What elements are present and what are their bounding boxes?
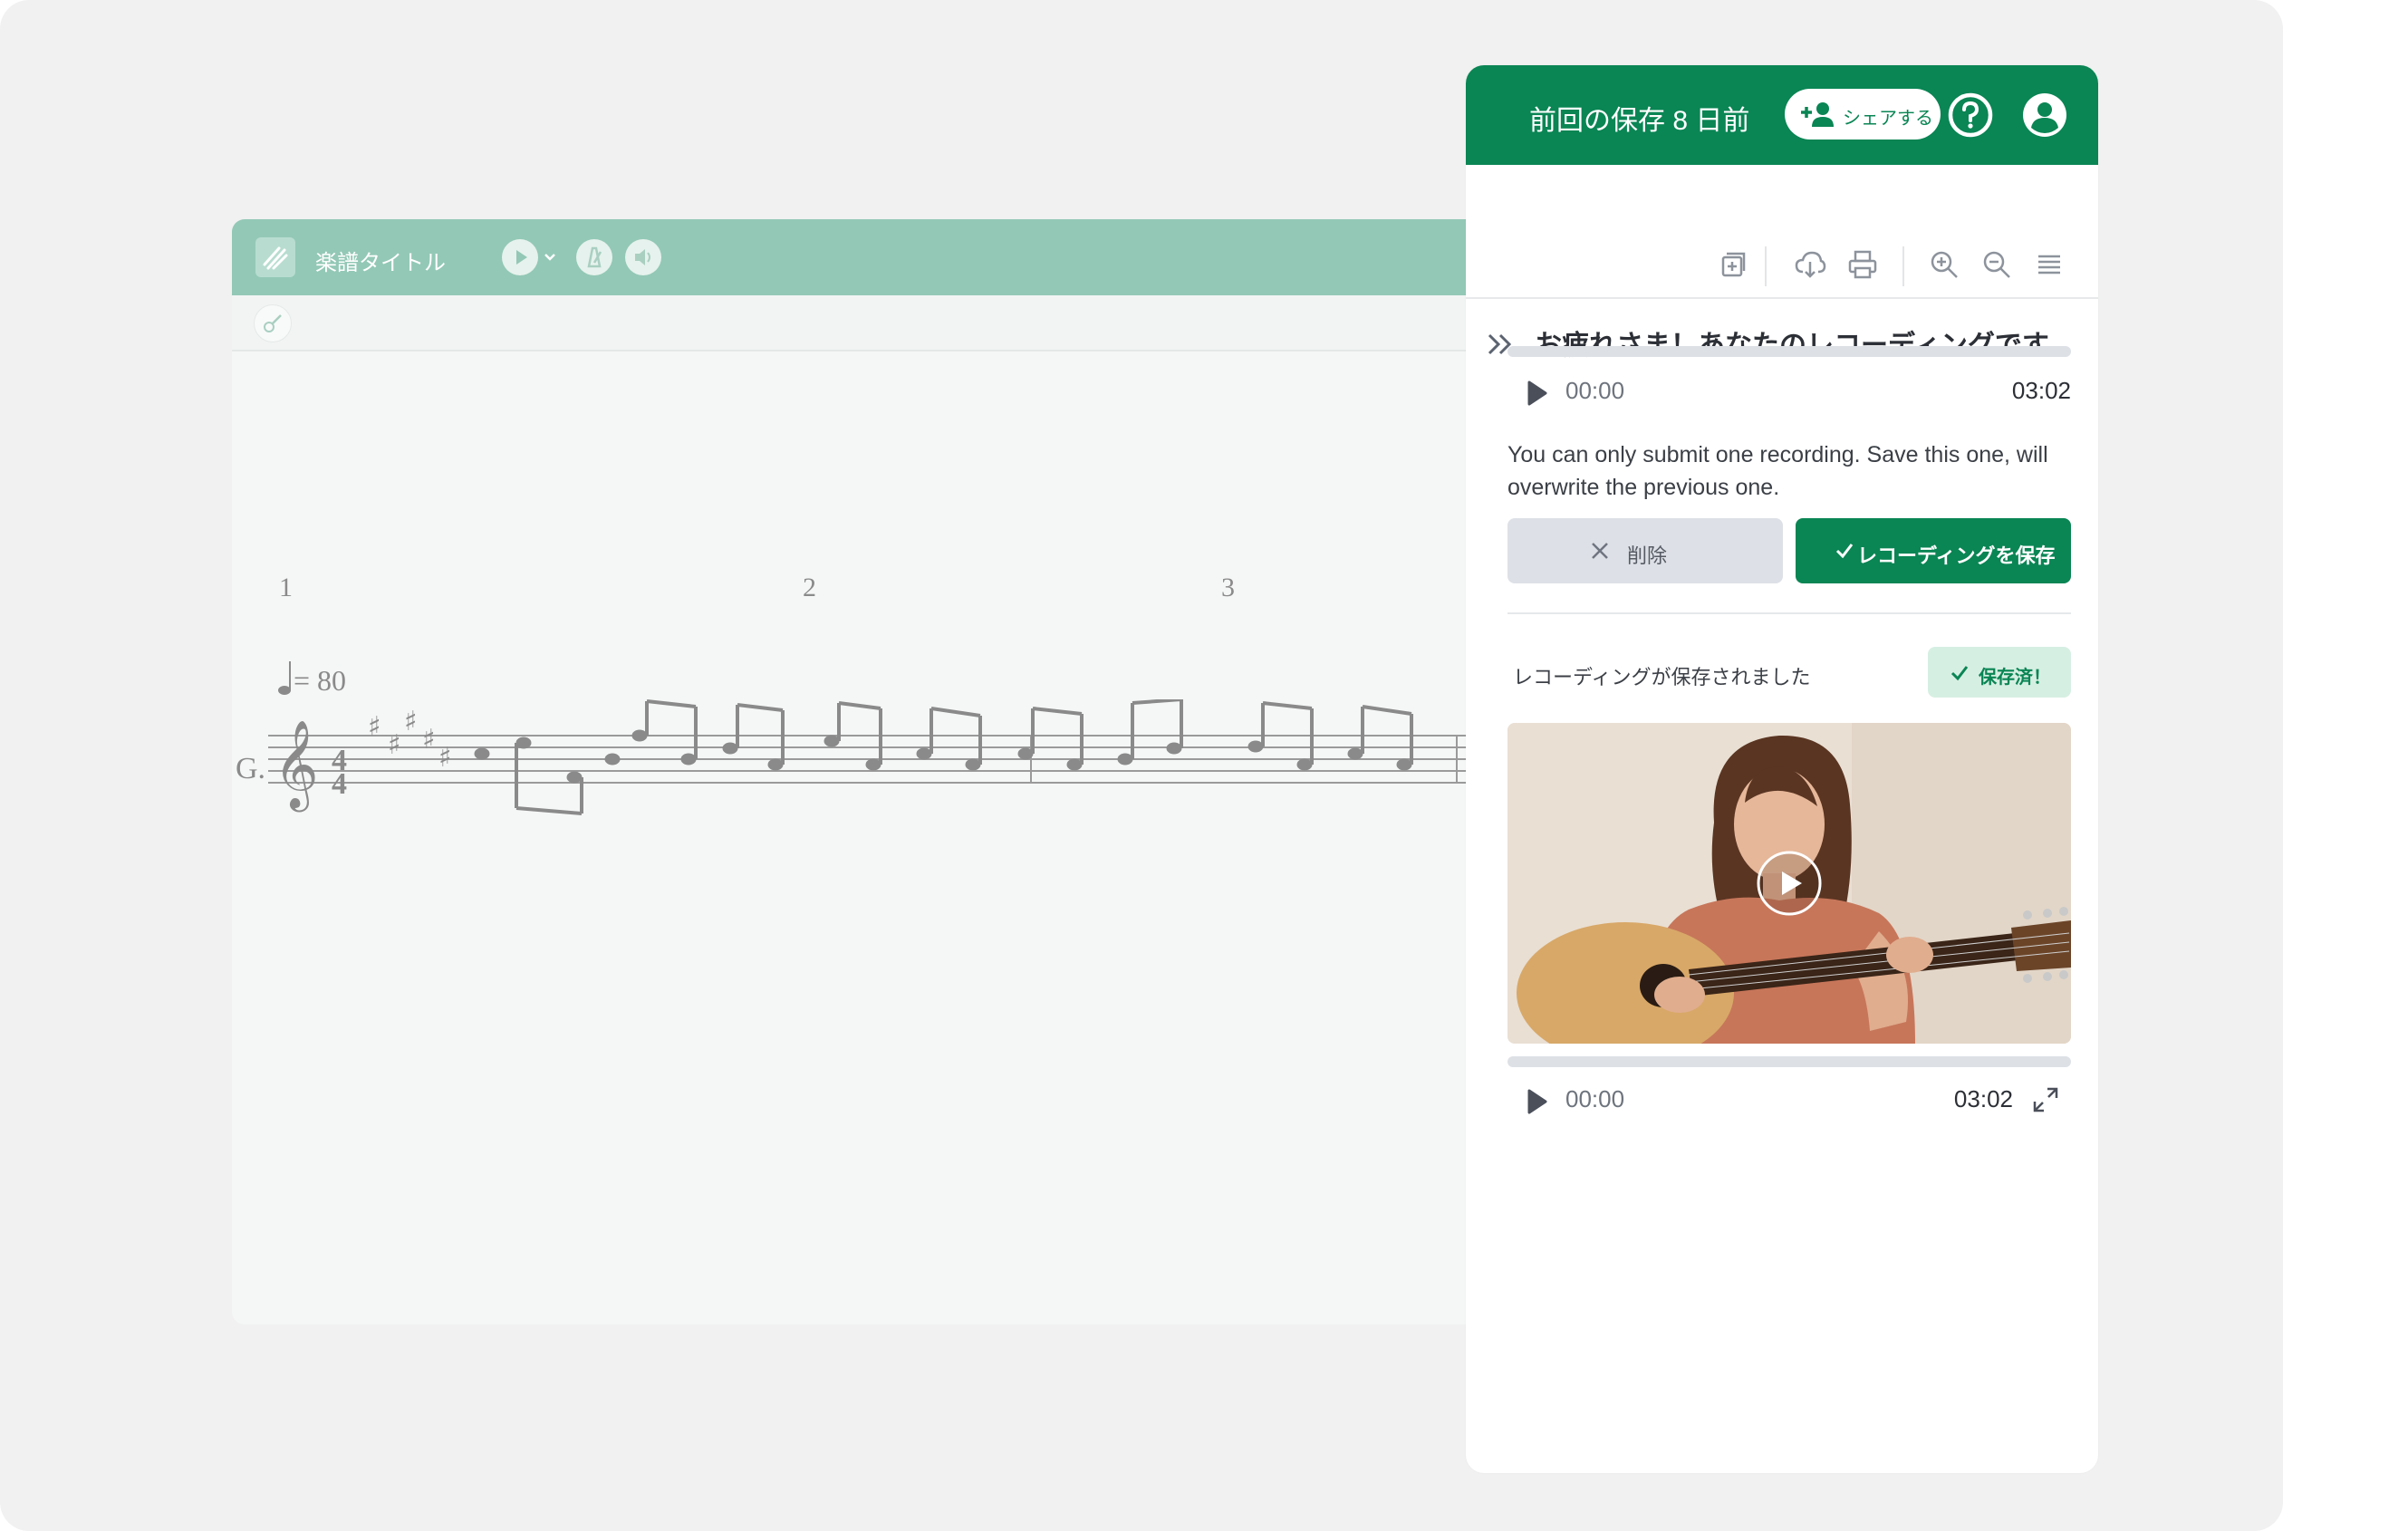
score-editor-window: 楽譜タイトル 1 2 3 = 80 G. 𝄞 4 4 ♯ ♯ ♯ ♯ ♯ [232, 219, 1500, 1324]
play-icon [516, 250, 527, 265]
treble-clef-icon: 𝄞 [274, 719, 319, 812]
play-button[interactable] [502, 239, 538, 275]
metronome-icon [587, 246, 602, 268]
svg-text:4: 4 [332, 767, 347, 801]
instrument-label: G. [236, 752, 266, 785]
volume-button[interactable] [625, 239, 661, 275]
svg-text:♯: ♯ [388, 729, 401, 761]
svg-text:♯: ♯ [404, 706, 418, 737]
print-icon[interactable] [1846, 248, 1879, 281]
tempo-value: = 80 [294, 664, 347, 697]
video-play-icon[interactable] [1756, 850, 1823, 917]
close-icon [1592, 543, 1608, 559]
audio-current-time: 00:00 [1565, 377, 1625, 404]
svg-text:♯: ♯ [438, 742, 452, 774]
section-divider [1507, 612, 2071, 614]
score-header: 楽譜タイトル [232, 219, 1500, 295]
toolbar-divider [1902, 246, 1904, 286]
measure-number: 3 [1221, 573, 1235, 602]
cloud-download-icon[interactable] [1794, 248, 1826, 281]
save-recording-button[interactable]: レコーディングを保存 [1796, 518, 2071, 583]
video-current-time: 00:00 [1565, 1085, 1625, 1112]
fullscreen-icon[interactable] [2029, 1083, 2062, 1116]
panel-toolbar [1466, 165, 2098, 299]
guitar-tool-button[interactable] [254, 304, 292, 342]
delete-button[interactable]: 削除 [1507, 518, 1783, 583]
metronome-button[interactable] [576, 239, 612, 275]
toolbar-divider [1765, 246, 1767, 286]
recording-panel: 前回の保存 8 日前 シェアする 00:00 03:02 You can onl… [1466, 65, 2098, 1473]
svg-text:♯: ♯ [368, 711, 381, 743]
chevron-down-icon[interactable] [544, 252, 556, 263]
menu-icon[interactable] [2033, 248, 2066, 281]
measure-number: 2 [803, 573, 816, 602]
audio-duration: 03:02 [2011, 377, 2071, 404]
speaker-icon [635, 249, 650, 265]
check-icon [1950, 666, 1969, 681]
measure-number: 1 [279, 573, 293, 602]
panel-topbar: 前回の保存 8 日前 シェアする [1466, 65, 2098, 165]
logo-icon[interactable] [255, 237, 295, 277]
single-submission-notice: You can only submit one recording. Save … [1507, 442, 2048, 500]
last-saved-text: 前回の保存 8 日前 [1529, 106, 1750, 136]
help-icon[interactable] [1946, 91, 1995, 140]
tempo-marking: = 80 [277, 660, 346, 698]
zoom-out-icon[interactable] [1980, 248, 2013, 281]
music-staff[interactable]: 𝄞 4 4 ♯♯♯ ♯♯ [268, 699, 1500, 844]
notes [474, 699, 1413, 815]
background-canvas: 楽譜タイトル 1 2 3 = 80 G. 𝄞 4 4 ♯ ♯ ♯ ♯ ♯ 前回の… [0, 0, 2283, 1531]
delete-label: 削除 [1627, 544, 1668, 567]
saved-badge-label: 保存済！ [1979, 668, 2051, 688]
add-person-icon [1801, 102, 1834, 127]
duplicate-icon[interactable] [1716, 248, 1748, 281]
video-play-small-icon[interactable] [1524, 1087, 1551, 1116]
video-duration: 03:02 [1953, 1085, 2013, 1112]
save-recording-label: レコーディングを保存 [1857, 544, 2056, 567]
recording-saved-message: レコーディングが保存されました [1513, 666, 1811, 688]
score-title[interactable]: 楽譜タイトル [315, 245, 446, 276]
check-icon [1835, 544, 1854, 559]
share-label: シェアする [1843, 109, 1933, 129]
recording-video[interactable] [1507, 723, 2071, 1044]
key-signature: ♯♯♯ ♯♯ [368, 706, 452, 774]
audio-progress-bar[interactable] [1507, 346, 2071, 357]
audio-play-icon[interactable] [1524, 379, 1551, 408]
share-button[interactable]: シェアする [1785, 89, 1941, 140]
saved-status-badge: 保存済！ [1928, 647, 2071, 698]
account-icon[interactable] [2020, 91, 2069, 140]
quarter-note-icon [278, 661, 291, 695]
guitar-icon [264, 314, 282, 332]
video-progress-bar[interactable] [1507, 1056, 2071, 1067]
zoom-in-icon[interactable] [1928, 248, 1960, 281]
score-subtoolbar [232, 295, 1500, 351]
svg-text:♯: ♯ [422, 724, 436, 756]
